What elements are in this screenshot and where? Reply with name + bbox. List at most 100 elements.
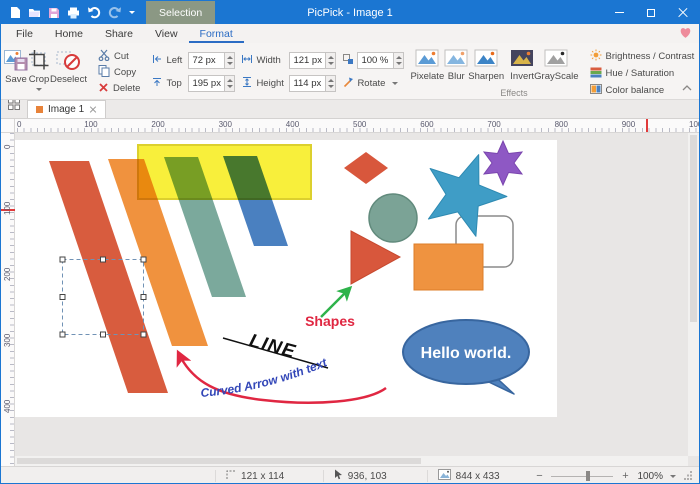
document-tab[interactable]: Image 1 — [27, 100, 106, 118]
image-size-icon — [438, 469, 451, 483]
left-spinner[interactable] — [224, 52, 235, 69]
teal-circle — [369, 194, 417, 242]
hue-saturation-button[interactable]: Hue / Saturation — [585, 67, 700, 80]
vertical-scrollbar[interactable] — [688, 133, 699, 456]
red-diamond — [344, 152, 388, 184]
save-label: Save — [5, 74, 27, 85]
zoom-out-button[interactable]: − — [534, 470, 544, 482]
scale-input[interactable] — [357, 52, 393, 69]
crop-dropdown-icon[interactable] — [36, 88, 42, 91]
brightness-label: Brightness / Contrast — [606, 51, 695, 62]
height-input[interactable] — [289, 75, 325, 92]
selection-size-value: 121 x 114 — [241, 471, 284, 482]
active-tool-badge: Selection — [146, 1, 215, 24]
height-field-label: Height — [256, 78, 286, 89]
tab-home[interactable]: Home — [44, 24, 94, 43]
copy-button[interactable]: Copy — [93, 66, 145, 79]
brightness-contrast-button[interactable]: Brightness / Contrast — [585, 50, 700, 63]
crop-button[interactable]: Crop — [28, 45, 50, 99]
copy-icon — [98, 65, 110, 80]
redo-icon[interactable] — [108, 6, 122, 19]
tab-file[interactable]: File — [5, 24, 44, 43]
image-canvas[interactable]: Hello world. LINE Shapes Curved Arrow wi… — [15, 140, 557, 417]
tab-share[interactable]: Share — [94, 24, 144, 43]
picpick-window: Selection PicPick - Image 1 File Home Sh… — [0, 0, 700, 484]
save-icon[interactable] — [48, 7, 60, 19]
cursor-icon — [334, 469, 343, 483]
crop-label: Crop — [29, 74, 50, 85]
top-input[interactable] — [188, 75, 224, 92]
invert-icon — [510, 49, 534, 68]
qat-dropdown-icon[interactable] — [129, 11, 135, 14]
zoom-dropdown-icon[interactable] — [670, 475, 676, 478]
orange-rect — [414, 244, 483, 290]
cursor-position-status: 936, 103 — [324, 469, 427, 483]
height-icon — [241, 76, 253, 91]
zoom-in-button[interactable]: + — [620, 470, 630, 482]
rotate-label: Rotate — [357, 78, 385, 89]
ruler-horizontal: 01002003004005006007008009001000 — [15, 119, 699, 132]
ruler-row: 01002003004005006007008009001000 — [1, 119, 699, 133]
pixelate-icon — [415, 49, 439, 68]
menu-bar: File Home Share View Format — [1, 24, 699, 43]
tab-format[interactable]: Format — [189, 24, 244, 43]
cut-button[interactable]: Cut — [93, 50, 145, 63]
pixelate-button[interactable]: Pixelate — [410, 45, 444, 99]
deselect-button[interactable]: Deselect — [50, 45, 87, 99]
tab-close-icon[interactable] — [89, 106, 97, 114]
brightness-icon — [590, 49, 602, 64]
selection-size-status: 121 x 114 — [216, 470, 323, 483]
undo-icon[interactable] — [87, 6, 101, 19]
ruler-corner — [1, 119, 15, 132]
width-spinner[interactable] — [325, 52, 336, 69]
yellow-highlight-rect — [138, 145, 311, 199]
clipboard-group: Cut Copy Delete — [93, 45, 145, 99]
print-icon[interactable] — [67, 7, 80, 19]
new-file-icon[interactable] — [10, 6, 21, 19]
align-left-icon — [151, 53, 163, 68]
rotate-icon — [342, 76, 354, 91]
zoom-level[interactable]: 100% — [637, 471, 663, 482]
copy-label: Copy — [114, 67, 136, 78]
hue-saturation-icon — [590, 66, 602, 81]
deselect-icon — [56, 49, 80, 71]
close-button[interactable] — [667, 1, 699, 24]
heart-icon[interactable] — [679, 27, 692, 42]
blur-label: Blur — [448, 71, 465, 82]
title-bar: Selection PicPick - Image 1 — [1, 1, 699, 24]
width-input[interactable] — [289, 52, 325, 69]
pixelate-label: Pixelate — [410, 71, 444, 82]
left-input[interactable] — [188, 52, 224, 69]
ribbon: Save Crop Deselect Cut Copy Delete — [1, 43, 699, 100]
document-tab-icon — [36, 106, 43, 113]
minimize-button[interactable] — [603, 1, 635, 24]
width-field-label: Width — [256, 55, 286, 66]
scale-spinner[interactable] — [393, 52, 404, 69]
open-file-icon[interactable] — [28, 7, 41, 18]
horizontal-scrollbar[interactable] — [15, 456, 688, 466]
blur-button[interactable]: Blur — [444, 45, 468, 99]
curved-arrow-text: Curved Arrow with text — [200, 355, 330, 400]
grayscale-label: GrayScale — [534, 71, 578, 82]
delete-button[interactable]: Delete — [93, 82, 145, 95]
delete-icon — [98, 82, 109, 96]
workspace: 0100200300400500 — [1, 133, 699, 466]
top-field-label: Top — [166, 78, 185, 89]
resize-grip-icon[interactable] — [683, 470, 693, 483]
rotate-button[interactable]: Rotate — [342, 75, 404, 92]
color-balance-icon — [590, 83, 602, 98]
left-field-label: Left — [166, 55, 185, 66]
collapse-ribbon-icon[interactable] — [682, 83, 692, 94]
height-spinner[interactable] — [325, 75, 336, 92]
save-button[interactable]: Save — [4, 45, 28, 99]
zoom-slider-thumb[interactable] — [586, 471, 590, 481]
status-bar: 121 x 114 936, 103 844 x 433 − + 100% — [1, 466, 699, 484]
delete-label: Delete — [113, 83, 140, 94]
tab-view[interactable]: View — [144, 24, 189, 43]
zoom-slider[interactable] — [551, 470, 613, 482]
window-controls — [603, 1, 699, 24]
cut-label: Cut — [114, 51, 129, 62]
cursor-position-value: 936, 103 — [348, 471, 387, 482]
top-spinner[interactable] — [224, 75, 235, 92]
maximize-button[interactable] — [635, 1, 667, 24]
